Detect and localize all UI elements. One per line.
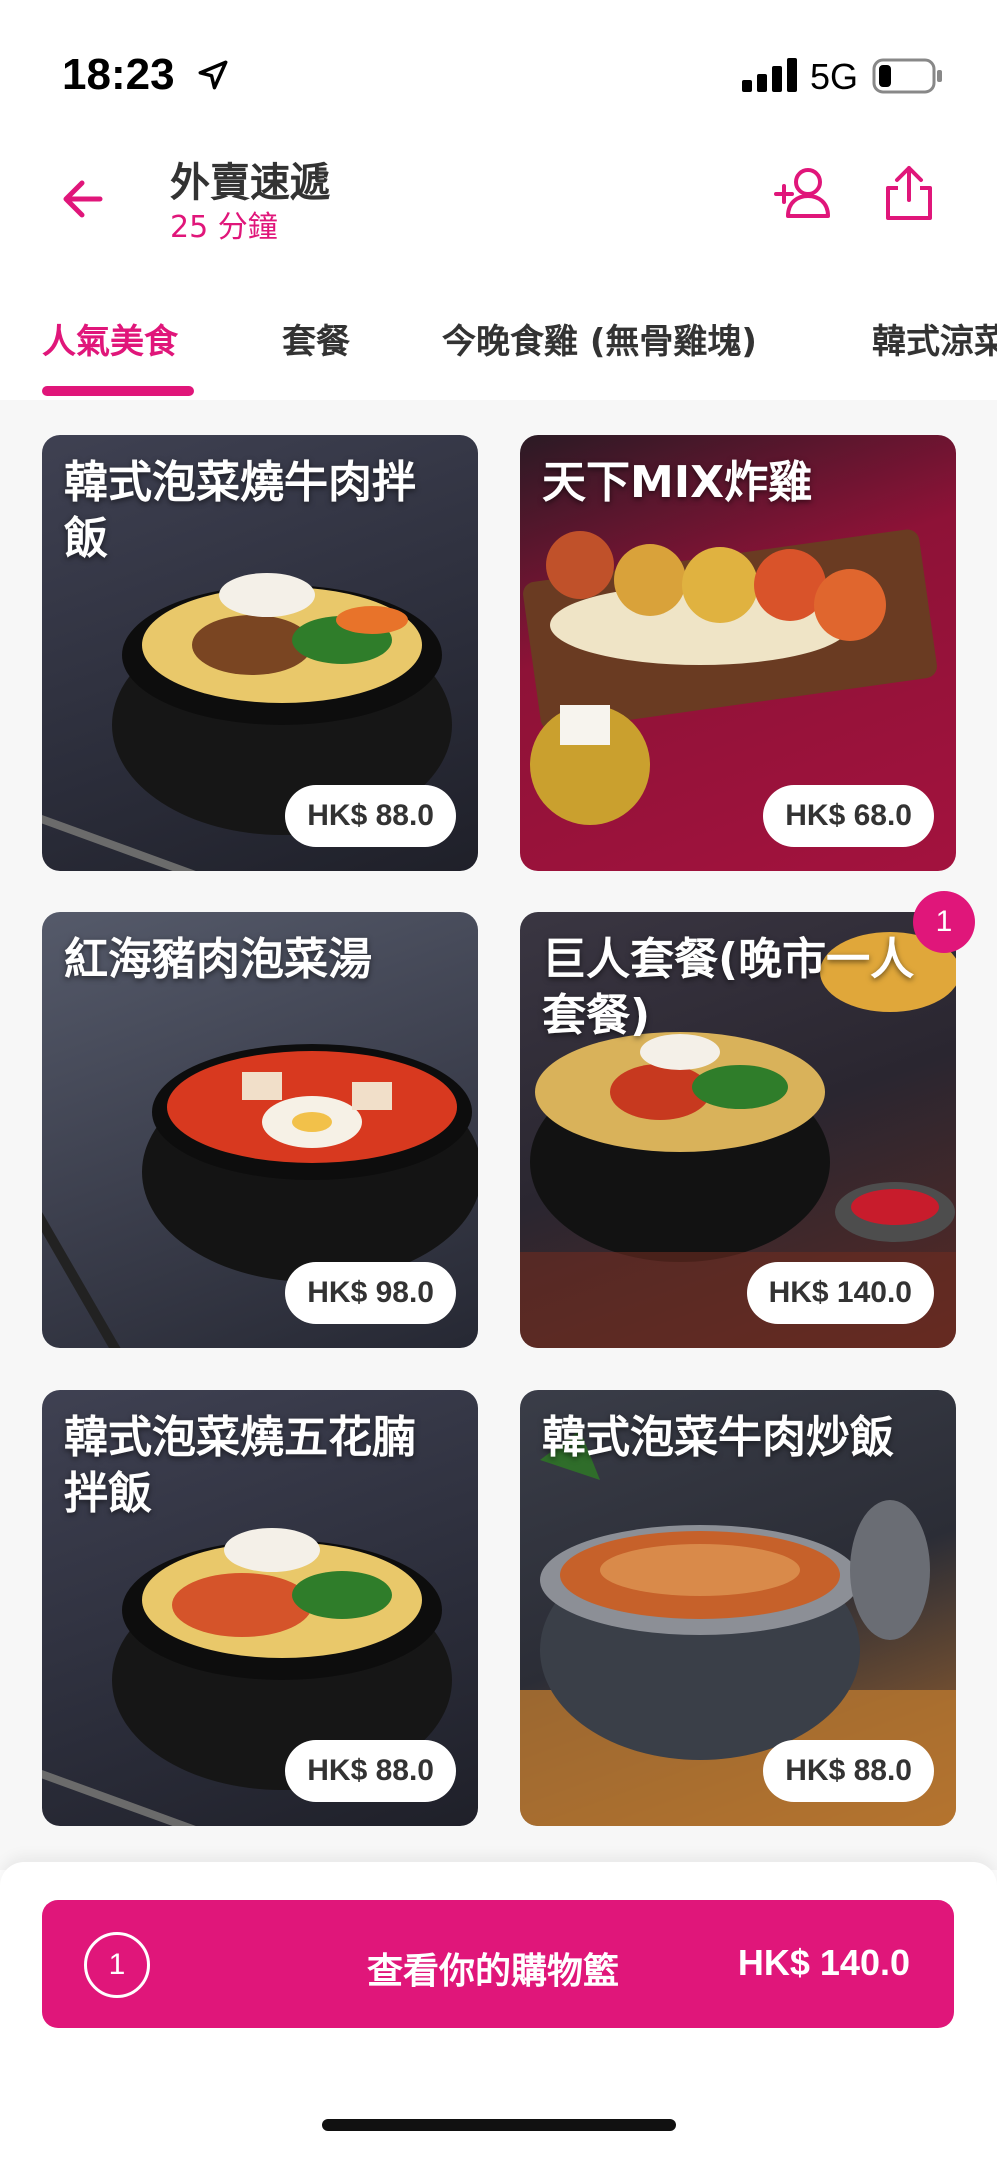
- menu-item-name: 韓式泡菜燒牛肉拌飯: [64, 457, 416, 564]
- location-arrow-icon: [198, 60, 228, 90]
- menu-item-price: HK$ 68.0: [763, 785, 934, 847]
- menu-item-card[interactable]: 韓式泡菜牛肉炒飯 HK$ 88.0: [520, 1390, 956, 1826]
- menu-item-card[interactable]: 韓式泡菜燒牛肉拌飯 HK$ 88.0: [42, 435, 478, 871]
- menu-item-card[interactable]: 韓式泡菜燒五花腩拌飯 HK$ 88.0: [42, 1390, 478, 1826]
- delivery-time: 25 分鐘: [170, 210, 278, 245]
- tab-korean-cold-dishes[interactable]: 韓式涼菜: [872, 314, 997, 363]
- status-bar: 18:23 5G: [0, 0, 997, 140]
- network-label: 5G: [810, 56, 859, 97]
- home-indicator[interactable]: [322, 2119, 676, 2131]
- view-cart-button[interactable]: 1 查看你的購物籃 HK$ 140.0: [42, 1900, 954, 2028]
- menu-item-name: 韓式泡菜牛肉炒飯: [542, 1412, 894, 1463]
- menu-item-price: HK$ 98.0: [285, 1262, 456, 1324]
- store-header: 外賣速遞 25 分鐘: [0, 140, 997, 280]
- menu-item-price: HK$ 88.0: [285, 1740, 456, 1802]
- status-time: 18:23: [62, 50, 175, 99]
- category-tabs: 人氣美食 套餐 今晚食雞 (無骨雞塊) 韓式涼菜: [0, 290, 997, 401]
- menu-item-name: 紅海豬肉泡菜湯: [64, 934, 372, 985]
- cart-bar: 1 查看你的購物籃 HK$ 140.0: [0, 1862, 997, 2160]
- share-icon[interactable]: [880, 162, 938, 224]
- tab-chicken[interactable]: 今晚食雞 (無骨雞塊): [442, 314, 757, 363]
- quantity-badge: 1: [913, 891, 975, 953]
- tab-popular[interactable]: 人氣美食: [42, 314, 178, 363]
- menu-item-name: 天下MIX炸雞: [542, 457, 813, 508]
- back-arrow-icon[interactable]: [52, 164, 122, 234]
- signal-icon: [742, 58, 797, 92]
- cart-total: HK$ 140.0: [737, 1942, 910, 1983]
- active-tab-indicator: [42, 386, 194, 396]
- menu-item-card[interactable]: 巨人套餐(晚市一人套餐) HK$ 140.0: [520, 912, 956, 1348]
- cart-count: 1: [84, 1932, 150, 1998]
- menu-item-price: HK$ 88.0: [763, 1740, 934, 1802]
- menu-item-card[interactable]: 紅海豬肉泡菜湯 HK$ 98.0: [42, 912, 478, 1348]
- cart-label: 查看你的購物籃: [367, 1951, 620, 1992]
- menu-item-card[interactable]: 天下MIX炸雞 HK$ 68.0: [520, 435, 956, 871]
- page-title: 外賣速遞: [170, 160, 330, 206]
- menu-item-price: HK$ 140.0: [746, 1262, 934, 1324]
- add-user-icon[interactable]: [772, 164, 838, 224]
- tab-combo[interactable]: 套餐: [282, 314, 350, 363]
- menu-item-name: 巨人套餐(晚市一人套餐): [542, 934, 915, 1041]
- menu-item-name: 韓式泡菜燒五花腩拌飯: [64, 1412, 416, 1519]
- battery-icon: [872, 58, 942, 94]
- menu-item-price: HK$ 88.0: [285, 785, 456, 847]
